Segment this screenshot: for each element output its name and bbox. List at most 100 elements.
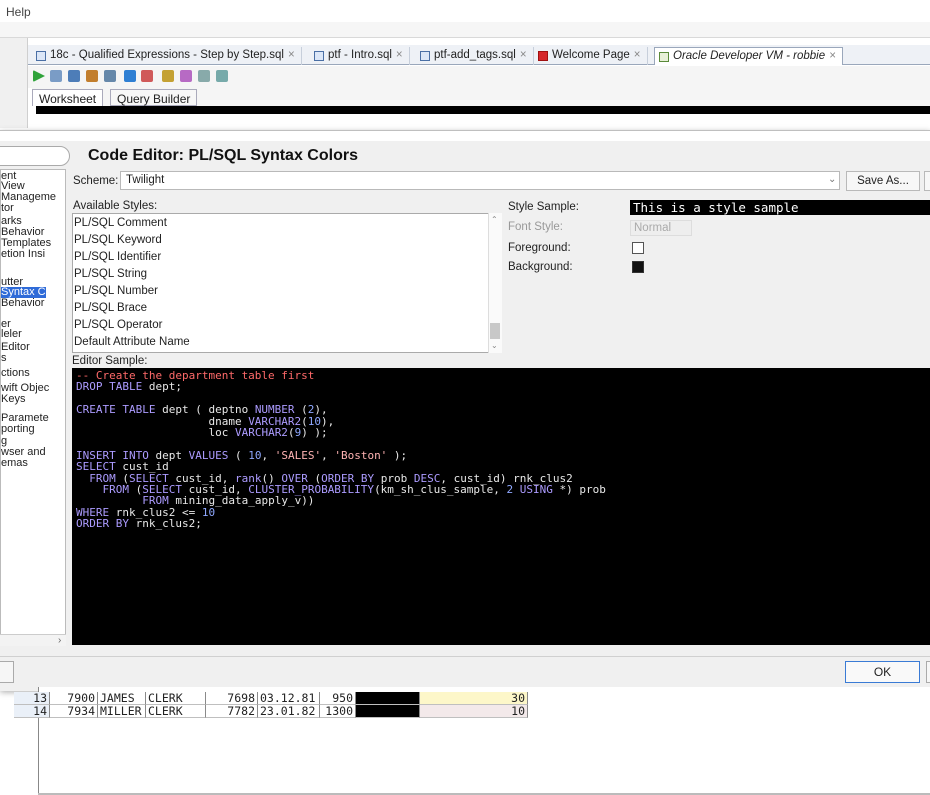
cell-sal[interactable]: 1300 (320, 705, 356, 718)
cell-deptno[interactable]: 10 (420, 705, 528, 718)
code-line: WHERE rnk_clus2 <= 10 (76, 505, 926, 519)
run-statement-icon[interactable] (33, 70, 45, 82)
scheme-label: Scheme: (73, 175, 119, 187)
tab-label: Welcome Page (552, 49, 630, 61)
worksheet-editor[interactable] (36, 106, 930, 114)
scheme-select[interactable]: Twilight (120, 171, 840, 190)
code-line: ORDER BY rnk_clus2; (76, 518, 926, 529)
tab-worksheet[interactable]: Worksheet (32, 89, 104, 106)
preferences-nav-tree: ent View Manageme tor arks Behavior Templates e… (0, 169, 66, 646)
dialog-title-bar (0, 131, 930, 141)
next-button-edge[interactable] (924, 171, 930, 191)
style-list-item[interactable]: PL/SQL Keyword (74, 233, 162, 247)
style-list-item[interactable]: PL/SQL String (74, 267, 147, 281)
editor-toolbar (28, 66, 930, 88)
sql-file-icon (420, 51, 430, 61)
code-line: loc VARCHAR2(9) ); (76, 427, 926, 438)
nav-item[interactable]: etion Insi (1, 249, 45, 260)
help-menu[interactable]: Help (6, 5, 31, 19)
autotrace-icon[interactable] (68, 70, 80, 82)
tab-welcome-page[interactable]: Welcome Page × (534, 47, 648, 65)
save-as-button[interactable]: Save As... (846, 171, 920, 191)
foreground-color-button[interactable] (632, 242, 644, 254)
clear-icon[interactable] (198, 70, 210, 82)
cell-row[interactable]: 14 (14, 705, 50, 718)
left-gutter (0, 38, 28, 128)
nav-horizontal-scrollbar[interactable] (0, 634, 66, 646)
ok-button[interactable]: OK (845, 661, 920, 683)
style-list-item[interactable]: PL/SQL Number (74, 284, 158, 298)
cancel-icon[interactable] (162, 70, 174, 82)
cell-job[interactable]: CLERK (146, 705, 206, 718)
code-line: INSERT INTO dept VALUES ( 10, 'SALES', '… (76, 450, 926, 461)
code-token: 10 (201, 505, 216, 519)
close-icon[interactable]: × (634, 49, 641, 61)
style-list-item[interactable]: PL/SQL Operator (74, 318, 162, 332)
close-icon[interactable]: × (829, 50, 836, 62)
nav-item[interactable]: Behavior (1, 298, 44, 309)
styles-scroll-thumb[interactable] (490, 323, 500, 339)
format-icon[interactable] (180, 70, 192, 82)
font-style-label: Font Style: (508, 221, 563, 233)
help-button[interactable] (0, 661, 14, 683)
close-icon[interactable]: × (396, 49, 403, 61)
tab-ptf-intro[interactable]: ptf - Intro.sql × (310, 47, 410, 65)
nav-item[interactable]: emas (1, 458, 28, 469)
editor-sample[interactable]: -- Create the department table first DROP… (72, 368, 930, 645)
nav-item[interactable]: tor (1, 203, 14, 214)
scroll-right-icon[interactable]: › (58, 635, 61, 646)
font-style-select[interactable]: Normal (630, 220, 692, 236)
explain-plan-icon[interactable] (86, 70, 98, 82)
background-color-button[interactable] (632, 261, 644, 273)
tab-qualified-expressions[interactable]: 18c - Qualified Expressions - Step by St… (32, 47, 302, 65)
run-script-icon[interactable] (50, 70, 62, 82)
style-list-item[interactable]: PL/SQL Identifier (74, 250, 161, 264)
code-token: VALUES (188, 448, 235, 462)
unshared-sql-icon[interactable] (141, 70, 153, 82)
nav-item[interactable]: porting (1, 424, 35, 435)
nav-item[interactable]: ctions (1, 368, 30, 379)
preferences-search-input[interactable] (0, 146, 70, 166)
code-line: -- Create the department table first (76, 370, 926, 381)
sql-tuning-icon[interactable] (216, 70, 228, 82)
chevron-down-icon[interactable]: ⌄ (828, 174, 836, 185)
foreground-label: Foreground: (508, 242, 571, 254)
tab-label: Oracle Developer VM - robbie (673, 50, 826, 62)
code-token: ) ); (301, 425, 328, 439)
cell-empno[interactable]: 7934 (50, 705, 98, 718)
style-list-item[interactable]: PL/SQL Comment (74, 216, 167, 230)
rollback-icon[interactable] (124, 70, 136, 82)
cancel-button-edge[interactable] (926, 661, 930, 683)
code-token: 2 (506, 482, 520, 496)
tab-oracle-developer-vm[interactable]: Oracle Developer VM - robbie × (654, 47, 843, 65)
available-styles-list: PL/SQL Comment PL/SQL Keyword PL/SQL Ident… (72, 213, 502, 353)
close-icon[interactable]: × (288, 49, 295, 61)
code-token: DROP TABLE (76, 380, 149, 394)
nav-item[interactable]: s (1, 353, 7, 364)
commit-icon[interactable] (104, 70, 116, 82)
editor-tab-strip: 18c - Qualified Expressions - Step by St… (28, 45, 930, 65)
cell-hiredate[interactable]: 23.01.82 (258, 705, 320, 718)
code-token: ( (287, 425, 295, 439)
style-list-item[interactable]: Default Attribute Name (74, 335, 190, 349)
close-icon[interactable]: × (520, 49, 527, 61)
sql-developer-window: Help 18c - Qualified Expressions - Step … (0, 0, 930, 795)
code-token: dept; (148, 380, 182, 394)
scroll-up-icon[interactable]: ⌃ (491, 215, 498, 224)
welcome-icon (538, 51, 548, 61)
background-label: Background: (508, 261, 573, 273)
scroll-down-icon[interactable]: ⌄ (491, 341, 498, 350)
cell-blank[interactable] (356, 705, 420, 718)
code-line: DROP TABLE dept; (76, 381, 926, 392)
cell-mgr[interactable]: 7782 (206, 705, 258, 718)
tab-query-builder[interactable]: Query Builder (110, 89, 198, 106)
style-list-item[interactable]: PL/SQL Brace (74, 301, 147, 315)
cell-ename[interactable]: MILLER (98, 705, 146, 718)
nav-item[interactable]: Keys (1, 394, 25, 405)
tab-ptf-add-tags[interactable]: ptf-add_tags.sql × (416, 47, 534, 65)
nav-item[interactable]: leler (1, 329, 22, 340)
cell-blank[interactable] (356, 692, 420, 705)
style-sample-label: Style Sample: (508, 201, 579, 213)
code-token: 'SALES' (274, 448, 322, 462)
code-token: 10 (248, 448, 262, 462)
